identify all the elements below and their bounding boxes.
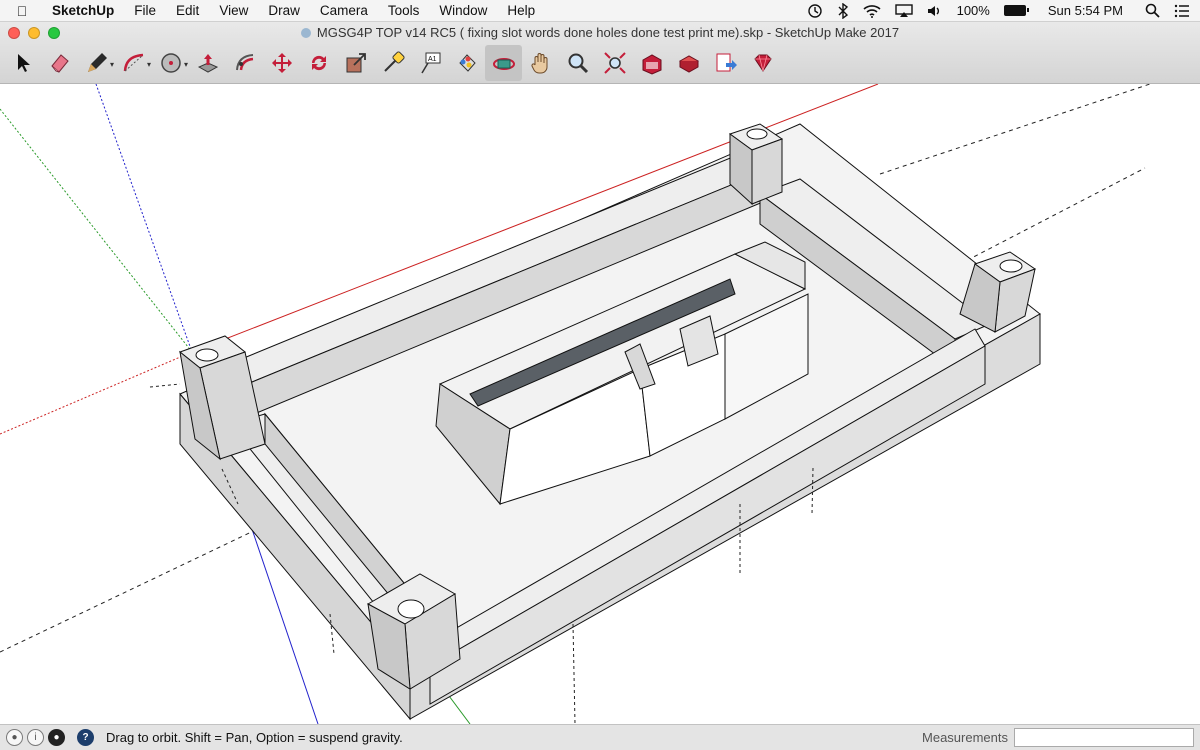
rotate-tool-button[interactable] (300, 45, 337, 81)
pencil-icon (87, 53, 107, 72)
send-to-layout-button[interactable] (707, 45, 744, 81)
rotate-icon (311, 55, 326, 71)
warehouse-icon (642, 54, 661, 75)
menu-help[interactable]: Help (497, 3, 545, 18)
help-icon[interactable]: ? (77, 729, 94, 746)
menu-camera[interactable]: Camera (310, 3, 378, 18)
move-tool-button[interactable] (263, 45, 300, 81)
menu-edit[interactable]: Edit (166, 3, 209, 18)
chevron-down-icon[interactable]: ▾ (184, 60, 188, 69)
blue-axis-line (95, 84, 193, 353)
zoom-tool-button[interactable] (559, 45, 596, 81)
tape-measure-icon (383, 51, 405, 72)
orbit-icon (492, 58, 515, 70)
text-tool-button[interactable]: A1 (411, 45, 448, 81)
drawing-area[interactable] (0, 84, 1200, 724)
arc-tool-button[interactable]: ▾ (115, 45, 152, 81)
measurements-label: Measurements (922, 730, 1008, 745)
extension-warehouse-button[interactable] (670, 45, 707, 81)
bluetooth-icon[interactable] (837, 2, 849, 19)
layout-icon (716, 53, 737, 72)
menu-file[interactable]: File (124, 3, 166, 18)
battery-icon[interactable] (1003, 5, 1029, 16)
red-axis-line (0, 351, 193, 435)
text-tool-label: A1 (428, 56, 437, 63)
text-icon: A1 (420, 52, 440, 74)
shapes-tool-button[interactable]: ▾ (152, 45, 189, 81)
spotlight-search-icon[interactable] (1145, 3, 1160, 18)
paint-bucket-icon (458, 54, 476, 72)
pan-tool-button[interactable] (522, 45, 559, 81)
menu-app-sketchup[interactable]: SketchUp (42, 3, 124, 18)
eraser-icon (50, 54, 69, 73)
credits-icon[interactable]: i (27, 729, 44, 746)
hand-icon (530, 53, 547, 74)
wifi-icon[interactable] (863, 4, 881, 18)
push-pull-icon (197, 54, 218, 73)
window-title: MGSG4P TOP v14 RC5 ( fixing slot words d… (0, 25, 1200, 40)
menu-bar:  SketchUp File Edit View Draw Camera To… (0, 0, 1200, 22)
time-machine-icon[interactable] (807, 3, 823, 19)
arc-icon (123, 53, 143, 72)
window-title-text: MGSG4P TOP v14 RC5 ( fixing slot words d… (316, 25, 900, 40)
tool-bar: ▾ ▾ ▾ A1 (4, 44, 781, 82)
status-bar: ● i ● ? Drag to orbit. Shift = Pan, Opti… (0, 724, 1200, 750)
notification-center-icon[interactable] (1174, 4, 1190, 18)
tape-measure-tool-button[interactable] (374, 45, 411, 81)
select-tool-button[interactable] (4, 45, 41, 81)
menu-draw[interactable]: Draw (258, 3, 310, 18)
zoom-extents-tool-button[interactable] (596, 45, 633, 81)
green-axis-line (0, 108, 193, 353)
arrow-cursor-icon (17, 54, 30, 72)
apple-logo-icon[interactable]:  (10, 3, 34, 19)
line-tool-button[interactable]: ▾ (78, 45, 115, 81)
extension-manager-button[interactable] (744, 45, 781, 81)
extension-icon (678, 55, 699, 73)
ruby-icon (753, 54, 772, 72)
scale-icon (346, 53, 366, 73)
document-icon (300, 28, 311, 38)
zoom-extents-icon (603, 52, 626, 74)
volume-icon[interactable] (927, 4, 943, 18)
chevron-down-icon[interactable]: ▾ (110, 60, 114, 69)
measurements-input[interactable] (1014, 728, 1194, 747)
airplay-icon[interactable] (894, 3, 913, 18)
zoom-icon (568, 53, 588, 74)
model-viewport[interactable] (0, 84, 1200, 724)
window-titlebar: MGSG4P TOP v14 RC5 ( fixing slot words d… (0, 22, 1200, 84)
offset-icon (235, 54, 253, 71)
menu-window[interactable]: Window (429, 3, 497, 18)
3d-warehouse-button[interactable] (633, 45, 670, 81)
scale-tool-button[interactable] (337, 45, 374, 81)
geolocation-icon[interactable]: ● (6, 729, 23, 746)
eraser-tool-button[interactable] (41, 45, 78, 81)
orbit-tool-button[interactable] (485, 45, 522, 81)
circle-icon (160, 53, 181, 73)
offset-tool-button[interactable] (226, 45, 263, 81)
user-account-icon[interactable]: ● (48, 729, 65, 746)
menu-tools[interactable]: Tools (378, 3, 430, 18)
chevron-down-icon[interactable]: ▾ (147, 60, 151, 69)
push-pull-tool-button[interactable] (189, 45, 226, 81)
status-hint: Drag to orbit. Shift = Pan, Option = sus… (106, 730, 403, 745)
move-icon (271, 53, 292, 73)
paint-bucket-tool-button[interactable] (448, 45, 485, 81)
clock[interactable]: Sun 5:54 PM (1048, 3, 1123, 18)
menu-view[interactable]: View (209, 3, 258, 18)
battery-percent: 100% (956, 3, 990, 18)
